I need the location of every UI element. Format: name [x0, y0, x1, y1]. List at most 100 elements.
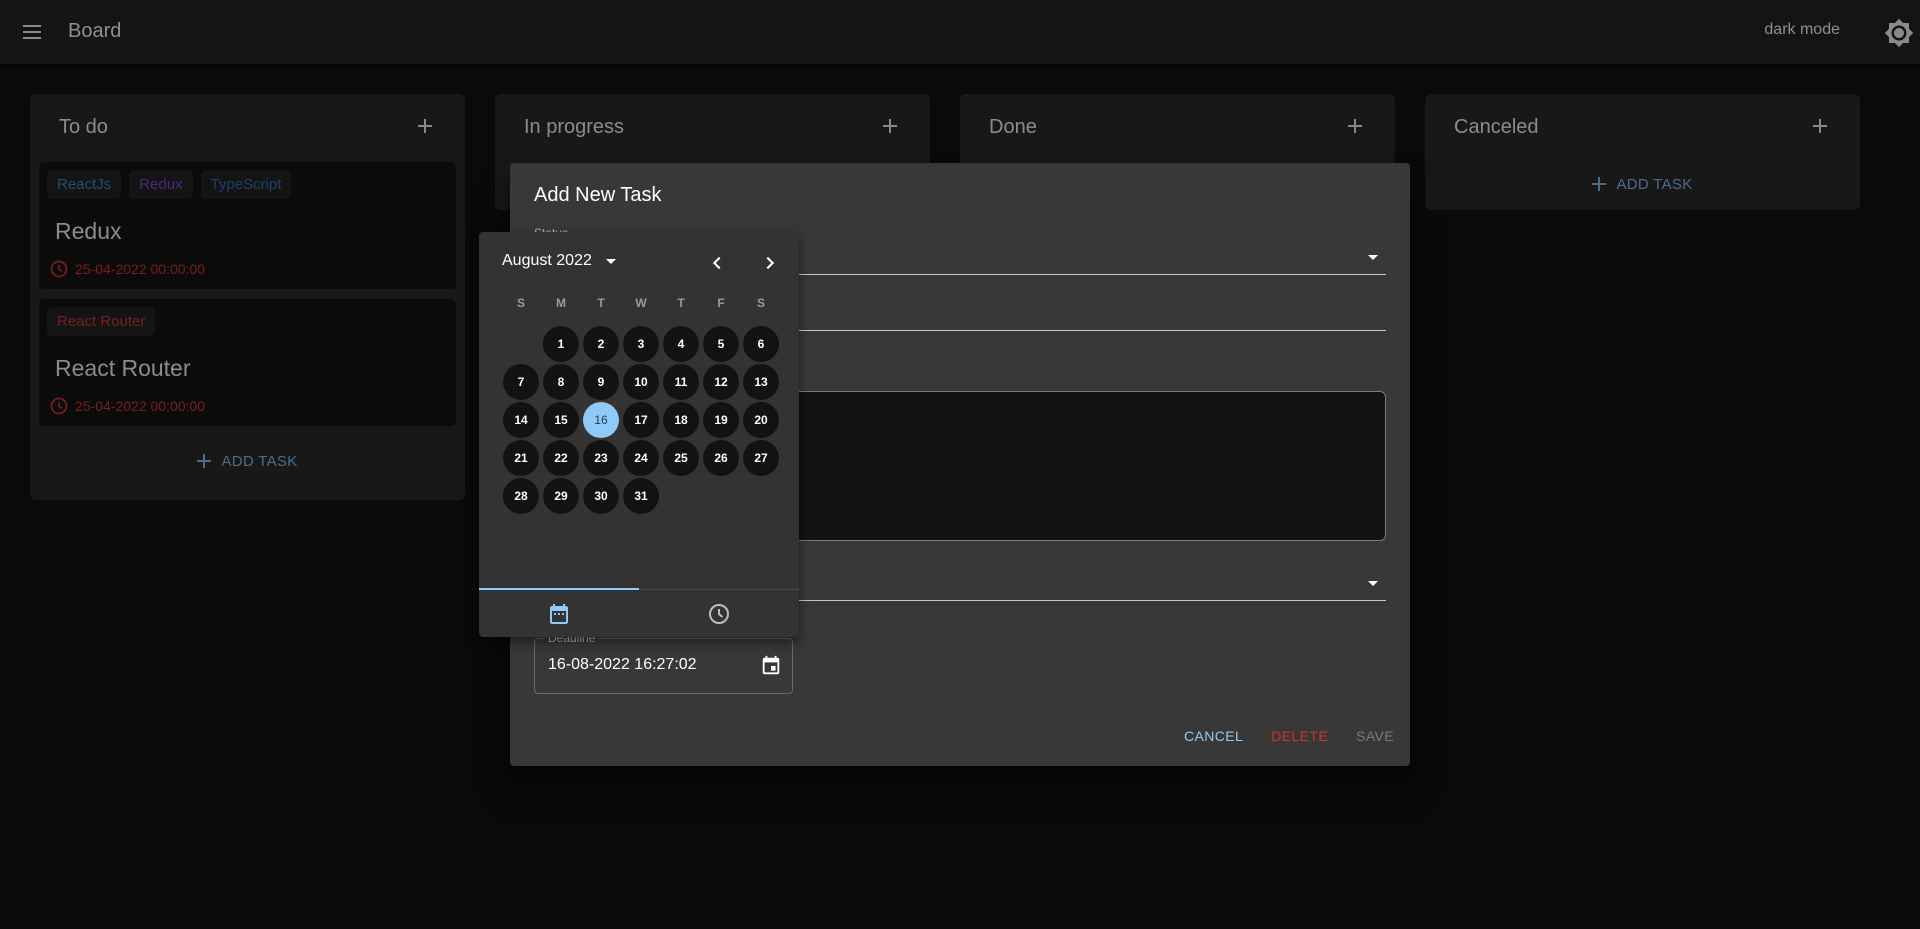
- app-bar: Board dark mode: [0, 0, 1920, 64]
- column-header: Done: [960, 94, 1395, 158]
- hamburger-menu-icon[interactable]: [18, 18, 46, 46]
- day-cell[interactable]: 24: [623, 440, 659, 476]
- column-header: In progress: [495, 94, 930, 158]
- picker-tabs: [479, 588, 799, 637]
- day-cell[interactable]: 12: [703, 364, 739, 400]
- day-cell[interactable]: 29: [543, 478, 579, 514]
- tag-list: ReactJs Redux TypeScript: [47, 170, 448, 199]
- day-cell[interactable]: 6: [743, 326, 779, 362]
- column-canceled: Canceled ADD TASK: [1425, 94, 1860, 210]
- day-cell[interactable]: 25: [663, 440, 699, 476]
- deadline-text: 25-04-2022 00:00:00: [75, 261, 205, 277]
- day-blank: [503, 326, 539, 362]
- day-cell[interactable]: 15: [543, 402, 579, 438]
- day-cell-selected[interactable]: 16: [583, 402, 619, 438]
- day-cell[interactable]: 2: [583, 326, 619, 362]
- month-year-label: August 2022: [502, 252, 592, 269]
- tab-date[interactable]: [479, 588, 639, 637]
- deadline-input[interactable]: Deadline 16-08-2022 16:27:02: [534, 631, 793, 694]
- clock-icon: [709, 603, 729, 624]
- theme-mode-label: dark mode: [1764, 21, 1840, 38]
- cancel-button[interactable]: CANCEL: [1174, 722, 1253, 750]
- tab-time[interactable]: [639, 590, 799, 637]
- day-cell[interactable]: 11: [663, 364, 699, 400]
- day-cell[interactable]: 27: [743, 440, 779, 476]
- day-cell[interactable]: 8: [543, 364, 579, 400]
- column-title: Done: [989, 116, 1037, 138]
- add-task-button[interactable]: ADD TASK: [30, 436, 465, 486]
- clock-icon: [50, 397, 68, 415]
- day-cell[interactable]: 23: [583, 440, 619, 476]
- weekday-label: S: [756, 296, 765, 310]
- month-year-switcher[interactable]: August 2022: [502, 252, 616, 270]
- plus-icon: [197, 454, 212, 468]
- day-cell[interactable]: 26: [703, 440, 739, 476]
- day-cell[interactable]: 10: [623, 364, 659, 400]
- column-header: To do: [30, 94, 465, 158]
- day-cell[interactable]: 7: [503, 364, 539, 400]
- day-cell[interactable]: 1: [543, 326, 579, 362]
- task-deadline: 25-04-2022 00:00:00: [49, 396, 448, 416]
- day-cell[interactable]: 21: [503, 440, 539, 476]
- dialog-title: Add New Task: [534, 184, 662, 206]
- column-header: Canceled: [1425, 94, 1860, 158]
- day-grid: 1 2 3 4 5 6 7 8 9 10 11 12 13 14 15 16 17 18 19 20 21 22 23 24 2…: [501, 326, 781, 514]
- chevron-left-icon[interactable]: [704, 250, 730, 276]
- weekday-label: T: [677, 296, 685, 310]
- save-button[interactable]: SAVE: [1346, 722, 1404, 750]
- brightness-icon[interactable]: [1884, 18, 1914, 48]
- task-card[interactable]: React Router React Router 25-04-2022 00:…: [39, 299, 456, 426]
- tag-chip: React Router: [47, 307, 156, 336]
- day-cell[interactable]: 9: [583, 364, 619, 400]
- add-icon[interactable]: [1806, 112, 1834, 140]
- deadline-value: 16-08-2022 16:27:02: [548, 656, 697, 673]
- deadline-text: 25-04-2022 00:00:00: [75, 398, 205, 414]
- weekday-row: SMTWTFS: [501, 296, 781, 310]
- add-icon[interactable]: [411, 112, 439, 140]
- task-title: Redux: [55, 218, 122, 244]
- column-title: Canceled: [1454, 116, 1539, 138]
- weekday-label: W: [635, 296, 647, 310]
- weekday-label: F: [717, 296, 725, 310]
- add-icon[interactable]: [1341, 112, 1369, 140]
- clock-icon: [50, 260, 68, 278]
- day-cell[interactable]: 14: [503, 402, 539, 438]
- day-cell[interactable]: 22: [543, 440, 579, 476]
- day-cell[interactable]: 4: [663, 326, 699, 362]
- weekday-label: S: [516, 296, 525, 310]
- tag-list: React Router: [47, 307, 448, 336]
- column-todo: To do ReactJs Redux TypeScript Redux 25-…: [30, 94, 465, 500]
- dialog-actions: CANCEL DELETE SAVE: [1166, 722, 1404, 750]
- calendar-event-icon[interactable]: [760, 655, 782, 677]
- tag-chip: TypeScript: [200, 170, 292, 199]
- day-cell[interactable]: 13: [743, 364, 779, 400]
- day-cell[interactable]: 17: [623, 402, 659, 438]
- column-title: In progress: [524, 116, 625, 138]
- weekday-label: T: [597, 296, 605, 310]
- chevron-right-icon[interactable]: [757, 250, 783, 276]
- task-deadline: 25-04-2022 00:00:00: [49, 259, 448, 279]
- day-cell[interactable]: 20: [743, 402, 779, 438]
- day-cell[interactable]: 3: [623, 326, 659, 362]
- date-picker-popover: August 2022 SMTWTFS 1 2 3 4 5 6 7 8 9 10 11 12 13 14 1…: [479, 232, 799, 637]
- add-task-button[interactable]: ADD TASK: [1425, 158, 1860, 210]
- weekday-label: M: [556, 296, 566, 310]
- dropdown-arrow-icon: [605, 258, 616, 264]
- day-cell[interactable]: 31: [623, 478, 659, 514]
- task-title: React Router: [55, 355, 191, 381]
- dropdown-arrow-icon: [1368, 255, 1378, 260]
- task-card[interactable]: ReactJs Redux TypeScript Redux 25-04-202…: [39, 162, 456, 289]
- plus-icon: [1592, 177, 1607, 191]
- day-cell[interactable]: 5: [703, 326, 739, 362]
- day-cell[interactable]: 30: [583, 478, 619, 514]
- add-task-label: ADD TASK: [1616, 175, 1693, 193]
- dropdown-arrow-icon: [1368, 581, 1378, 586]
- day-cell[interactable]: 19: [703, 402, 739, 438]
- add-task-label: ADD TASK: [221, 452, 298, 470]
- day-cell[interactable]: 18: [663, 402, 699, 438]
- tag-chip: ReactJs: [47, 170, 122, 199]
- day-cell[interactable]: 28: [503, 478, 539, 514]
- delete-button[interactable]: DELETE: [1261, 722, 1338, 750]
- add-icon[interactable]: [876, 112, 904, 140]
- column-title: To do: [59, 116, 108, 138]
